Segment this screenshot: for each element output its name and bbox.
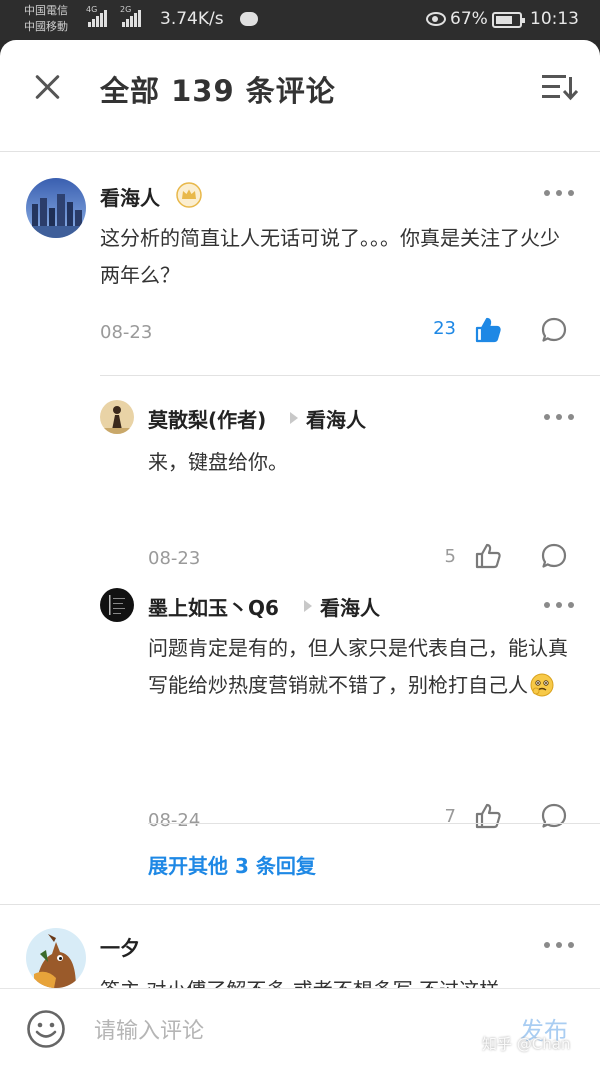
network-speed: 3.74K/s xyxy=(160,9,224,29)
reply-arrow-icon xyxy=(290,412,298,424)
like-count: 5 xyxy=(444,546,456,567)
comment-date: 08-23 xyxy=(100,322,153,343)
reply-to-username[interactable]: 看海人 xyxy=(320,592,380,621)
thumbs-up-icon[interactable] xyxy=(474,542,502,570)
expand-replies-link[interactable]: 展开其他 3 条回复 xyxy=(148,850,316,879)
more-options-icon[interactable] xyxy=(544,190,574,198)
comment-text: 这分析的简直让人无话可说了。。。你真是关注了火少两年么？ xyxy=(100,226,560,287)
comment-text: 来，键盘给你。 xyxy=(148,450,288,474)
thumbs-up-icon[interactable] xyxy=(474,802,502,830)
clock: 10:13 xyxy=(530,9,579,29)
comment-date: 08-23 xyxy=(148,548,201,569)
thumbs-up-icon[interactable] xyxy=(474,316,502,344)
network-type-1: 4G xyxy=(86,5,98,14)
avatar[interactable] xyxy=(26,928,86,988)
like-count: 23 xyxy=(433,318,456,339)
comments-sheet: 全部 139 条评论 看海人 这分析的简直让人无话可说了。。。你真是关注了火少两… xyxy=(0,40,600,1067)
comment-input-bar: 请输入评论 发布 知乎 @Chan xyxy=(0,988,600,1067)
reply-item: 莫散梨(作者) 看海人 来，键盘给你。 08-23 5 xyxy=(0,376,600,572)
more-options-icon[interactable] xyxy=(544,602,574,610)
comment-text: 问题肯定是有的，但人家只是代表自己，能认真写能给炒热度营销就不错了，别枪打自己人 xyxy=(148,630,574,704)
message-icon xyxy=(240,12,258,26)
reply-item: 墨上如玉丶Q6 看海人 问题肯定是有的，但人家只是代表自己，能认真写能给炒热度营… xyxy=(0,572,600,831)
eye-care-icon xyxy=(426,12,446,26)
avatar[interactable] xyxy=(100,400,134,434)
signal-1-icon: 4G xyxy=(86,5,107,27)
reply-icon[interactable] xyxy=(540,542,568,570)
comment-item: 看海人 这分析的简直让人无话可说了。。。你真是关注了火少两年么？ 08-23 2… xyxy=(0,152,600,376)
reply-arrow-icon xyxy=(304,600,312,612)
thinking-emoji-icon xyxy=(530,673,554,697)
watermark: 知乎 @Chan xyxy=(482,1035,571,1053)
comment-text: 答主 对小傅了解不多 或者不想多写 不过这样 xyxy=(100,972,574,988)
close-icon[interactable] xyxy=(30,70,64,104)
crown-badge-icon xyxy=(176,182,202,208)
battery-percent: 67% xyxy=(450,9,488,29)
divider xyxy=(148,823,600,824)
more-options-icon[interactable] xyxy=(544,414,574,422)
page-title: 全部 139 条评论 xyxy=(100,74,336,108)
comment-input[interactable]: 请输入评论 xyxy=(94,1013,204,1045)
network-type-2: 2G xyxy=(120,5,132,14)
emoji-icon[interactable] xyxy=(26,1009,66,1049)
carrier-names: 中国電信 中國移動 xyxy=(24,3,68,35)
reply-icon[interactable] xyxy=(540,316,568,344)
username[interactable]: 一夕 xyxy=(100,932,140,961)
carrier-2: 中國移動 xyxy=(24,20,68,33)
avatar[interactable] xyxy=(100,588,134,622)
sort-icon[interactable] xyxy=(540,72,578,102)
signal-2-icon: 2G xyxy=(120,5,141,27)
comment-text-content: 问题肯定是有的，但人家只是代表自己，能认真写能给炒热度营销就不错了，别枪打自己人 xyxy=(148,636,568,697)
reply-icon[interactable] xyxy=(540,802,568,830)
username[interactable]: 看海人 xyxy=(100,182,160,211)
username[interactable]: 莫散梨(作者) xyxy=(148,404,266,433)
avatar[interactable] xyxy=(26,178,86,238)
username[interactable]: 墨上如玉丶Q6 xyxy=(148,592,279,621)
battery-icon xyxy=(492,12,525,28)
comments-header: 全部 139 条评论 xyxy=(0,40,600,152)
carrier-1: 中国電信 xyxy=(24,4,68,17)
status-bar: 中国電信 中國移動 4G 2G 3.74K/s 67% 10:13 xyxy=(0,0,600,40)
comment-item: 一夕 答主 对小傅了解不多 或者不想多写 不过这样 xyxy=(0,904,600,988)
more-options-icon[interactable] xyxy=(544,942,574,950)
comment-date: 08-24 xyxy=(148,810,201,831)
reply-to-username[interactable]: 看海人 xyxy=(306,404,366,433)
